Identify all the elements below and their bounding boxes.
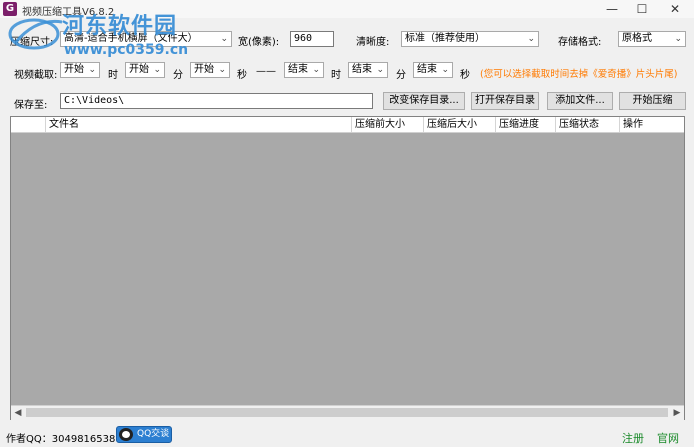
scroll-right-icon[interactable]: ▶ — [670, 406, 684, 420]
official-site-link[interactable]: 官网 — [657, 430, 679, 446]
hour-unit: 时 — [331, 70, 341, 81]
second-unit: 秒 — [237, 70, 247, 81]
watermark-title: 河东软件园 — [62, 13, 178, 39]
range-dash: —— — [256, 66, 276, 77]
watermark-logo — [8, 18, 63, 50]
scrollbar-thumb[interactable] — [26, 408, 668, 417]
watermark-url: www.pc0359.cn — [64, 42, 189, 58]
change-dir-button[interactable]: 改变保存目录... — [383, 92, 465, 110]
chevron-down-icon: ⌄ — [376, 65, 384, 75]
chevron-down-icon: ⌄ — [88, 65, 96, 75]
save-label: 保存至: — [14, 100, 48, 111]
column-header-progress[interactable]: 压缩进度 — [495, 117, 555, 132]
end-hour-select[interactable]: 结束 ⌄ — [284, 62, 324, 78]
minute-unit: 分 — [173, 70, 183, 81]
maximize-button[interactable]: ☐ — [627, 0, 657, 18]
start-minute-value: 开始 — [129, 64, 149, 75]
chevron-down-icon: ⌄ — [674, 34, 682, 44]
format-select-value: 原格式 — [622, 33, 652, 44]
save-path-input[interactable]: C:\Videos\ — [60, 93, 373, 109]
hour-unit: 时 — [108, 70, 118, 81]
author-qq: 作者QQ：3049816538 — [6, 434, 116, 445]
qq-chat-label: QQ交谈 — [137, 429, 170, 439]
column-header-filename[interactable]: 文件名 — [45, 117, 351, 132]
column-header-action[interactable]: 操作 — [619, 117, 684, 132]
clip-hint: (您可以选择截取时间去掉《爱奇播》片头片尾) — [480, 69, 678, 80]
chevron-down-icon: ⌄ — [527, 34, 535, 44]
register-link[interactable]: 注册 — [622, 430, 644, 446]
horizontal-scrollbar[interactable]: ◀ ▶ — [11, 405, 684, 420]
chevron-down-icon: ⌄ — [218, 65, 226, 75]
column-header-index[interactable] — [11, 117, 45, 132]
clarity-label: 清晰度: — [356, 37, 390, 48]
open-dir-button[interactable]: 打开保存目录 — [471, 92, 539, 110]
start-minute-select[interactable]: 开始 ⌄ — [125, 62, 165, 78]
end-minute-select[interactable]: 结束 ⌄ — [348, 62, 388, 78]
start-hour-value: 开始 — [64, 64, 84, 75]
close-button[interactable]: ✕ — [660, 0, 690, 18]
minute-unit: 分 — [396, 70, 406, 81]
chevron-down-icon: ⌄ — [441, 65, 449, 75]
start-compress-button[interactable]: 开始压缩 — [619, 92, 686, 110]
width-input[interactable]: 960 — [290, 31, 334, 47]
column-header-status[interactable]: 压缩状态 — [555, 117, 619, 132]
column-header-size-after[interactable]: 压缩后大小 — [423, 117, 495, 132]
add-file-button[interactable]: 添加文件... — [547, 92, 613, 110]
end-hour-value: 结束 — [288, 64, 308, 75]
format-select[interactable]: 原格式 ⌄ — [618, 31, 686, 47]
start-hour-select[interactable]: 开始 ⌄ — [60, 62, 100, 78]
qq-penguin-icon — [119, 428, 133, 441]
clip-label: 视频截取: — [14, 70, 58, 81]
scroll-left-icon[interactable]: ◀ — [11, 406, 25, 420]
clarity-select[interactable]: 标准（推荐使用） ⌄ — [401, 31, 539, 47]
chevron-down-icon: ⌄ — [312, 65, 320, 75]
start-second-value: 开始 — [194, 64, 214, 75]
column-header-size-before[interactable]: 压缩前大小 — [351, 117, 423, 132]
width-label: 宽(像素): — [238, 37, 280, 48]
second-unit: 秒 — [460, 70, 470, 81]
end-minute-value: 结束 — [352, 64, 372, 75]
list-header: 文件名 压缩前大小 压缩后大小 压缩进度 压缩状态 操作 — [11, 117, 684, 133]
qq-chat-button[interactable]: QQ交谈 — [116, 426, 172, 443]
format-label: 存储格式: — [558, 37, 602, 48]
clarity-select-value: 标准（推荐使用） — [405, 33, 485, 44]
end-second-value: 结束 — [417, 64, 437, 75]
minimize-button[interactable]: — — [597, 0, 627, 18]
chevron-down-icon: ⌄ — [153, 65, 161, 75]
end-second-select[interactable]: 结束 ⌄ — [413, 62, 453, 78]
start-second-select[interactable]: 开始 ⌄ — [190, 62, 230, 78]
file-list[interactable]: 文件名 压缩前大小 压缩后大小 压缩进度 压缩状态 操作 ◀ ▶ — [10, 116, 685, 420]
chevron-down-icon: ⌄ — [220, 34, 228, 44]
